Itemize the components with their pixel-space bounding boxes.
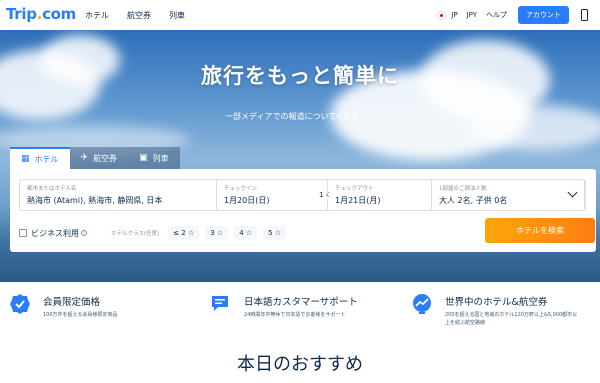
checkout-field[interactable]: チェックアウト 1月21日(月) bbox=[328, 180, 432, 210]
tab-trains-label: 列車 bbox=[152, 153, 169, 163]
star-filter-3[interactable]: 3 ☆ bbox=[205, 226, 229, 240]
business-checkbox[interactable] bbox=[19, 229, 27, 237]
guests-field[interactable]: 1部屋のご宿泊人数 大人 2名, 子供 0名 bbox=[432, 180, 585, 210]
feature-desc: 100万件を超える会員様限定商品 bbox=[43, 311, 117, 319]
destination-label: 都市またはホテル名 bbox=[27, 186, 77, 192]
news-link[interactable]: 一部メディアでの報道について<更新> > bbox=[0, 111, 600, 122]
destination-value: 熱海市 (Atami), 熱海市, 静岡県, 日本 bbox=[27, 196, 163, 205]
tab-hotels-label: ホテル bbox=[34, 154, 59, 164]
language-selector[interactable]: JP bbox=[451, 11, 457, 19]
hero-title: 旅行をもっと簡単に bbox=[201, 64, 399, 88]
hotel-class-label: ホテルクラス(任意) bbox=[111, 231, 160, 237]
tab-flights-label: 航空券 bbox=[93, 153, 118, 163]
features-strip: 会員限定価格 100万件を超える会員様限定商品 日本語カスタマーサポート 24時… bbox=[0, 282, 600, 338]
tab-hotels[interactable]: ▦ ホテル bbox=[10, 147, 70, 169]
main-nav: ホテル 航空券 列車 bbox=[85, 10, 203, 21]
tab-trains[interactable]: ▣ 列車 bbox=[128, 147, 180, 169]
info-icon[interactable]: i bbox=[81, 230, 87, 236]
nav-flights[interactable]: 航空券 bbox=[127, 10, 151, 21]
guests-value: 大人 2名, 子供 0名 bbox=[439, 196, 508, 205]
nights-number: 1 bbox=[319, 191, 324, 199]
train-icon: ▣ bbox=[139, 153, 148, 163]
logo-tail: com bbox=[42, 5, 77, 23]
hotel-search-panel: 都市またはホテル名 熱海市 (Atami), 熱海市, 静岡県, 日本 チェック… bbox=[10, 169, 596, 252]
business-label[interactable]: ビジネス利用 bbox=[31, 228, 79, 239]
top-header: Trip.com ホテル 航空券 列車 JP JPY ヘルプ アカウント bbox=[0, 0, 600, 30]
feature-desc: 24時間年中無休で日本語でお客様をサポート bbox=[244, 311, 345, 319]
feature-title: 会員限定価格 bbox=[43, 297, 101, 308]
search-fields: 都市またはホテル名 熱海市 (Atami), 熱海市, 静岡県, 日本 チェック… bbox=[19, 179, 586, 211]
search-hotels-button[interactable]: ホテルを検索 bbox=[485, 218, 595, 243]
feature-title: 日本語カスタマーサポート bbox=[244, 297, 358, 308]
checkin-field[interactable]: チェックイン 1月20日(日) bbox=[217, 180, 328, 210]
nav-hotels[interactable]: ホテル bbox=[85, 10, 109, 21]
building-icon: ▦ bbox=[21, 154, 30, 164]
feature-desc-line: 200を超える国と地域のホテル120万軒以上&5,000都市以 bbox=[445, 312, 578, 318]
tab-flights[interactable]: ✈ 航空券 bbox=[69, 147, 129, 169]
destination-field[interactable]: 都市またはホテル名 熱海市 (Atami), 熱海市, 静岡県, 日本 bbox=[20, 180, 217, 210]
japan-flag-icon[interactable] bbox=[437, 10, 447, 20]
star-filter-4[interactable]: 4 ☆ bbox=[234, 226, 258, 240]
news-link-text: 一部メディアでの報道について<更新> bbox=[225, 112, 366, 121]
checkin-value: 1月20日(日) bbox=[224, 196, 270, 205]
recommended-section-title: 本日のおすすめ bbox=[237, 354, 363, 375]
checkin-label: チェックイン bbox=[224, 186, 258, 192]
news-link-arrow: > bbox=[365, 112, 375, 121]
feature-desc-line: 24時間年中無休で日本語でお客様をサポート bbox=[244, 312, 346, 318]
currency-selector[interactable]: JPY bbox=[467, 11, 477, 19]
feature-desc: 200を超える国と地域のホテル120万軒以上&5,000都市以 上を結ぶ航空路線 bbox=[445, 311, 577, 327]
feature-title: 世界中のホテル&航空券 bbox=[445, 297, 548, 308]
search-options: ビジネス利用 i ホテルクラス(任意) ≤ 2 ☆ 3 ☆ 4 ☆ 5 ☆ bbox=[19, 226, 292, 240]
trip-logo[interactable]: Trip.com bbox=[6, 5, 76, 23]
account-button[interactable]: アカウント bbox=[518, 6, 569, 24]
logo-main: Trip bbox=[6, 5, 37, 23]
feature-desc-line: 上を結ぶ航空路線 bbox=[445, 320, 486, 326]
feature-desc-line: 100万件を超える会員様限定商品 bbox=[43, 312, 118, 318]
globe-chart-icon bbox=[413, 294, 431, 314]
guests-label: 1部屋のご宿泊人数 bbox=[439, 186, 487, 192]
checkout-label: チェックアウト bbox=[335, 186, 374, 192]
moon-icon: ☾ bbox=[325, 191, 332, 199]
nights-count: 1 ☾ bbox=[317, 191, 334, 199]
star-filter-5[interactable]: 5 ☆ bbox=[263, 226, 287, 240]
chat-icon bbox=[212, 296, 228, 311]
mobile-app-icon[interactable] bbox=[581, 9, 588, 21]
star-filter-2[interactable]: ≤ 2 ☆ bbox=[168, 226, 200, 240]
help-link[interactable]: ヘルプ bbox=[486, 10, 507, 20]
checkout-value: 1月21日(月) bbox=[335, 196, 381, 205]
header-right: JP JPY ヘルプ アカウント bbox=[437, 0, 600, 30]
badge-check-icon bbox=[10, 294, 30, 314]
plane-icon: ✈ bbox=[80, 153, 89, 163]
search-tabs: ▦ ホテル ✈ 航空券 ▣ 列車 bbox=[10, 147, 180, 169]
nav-trains[interactable]: 列車 bbox=[169, 10, 185, 21]
